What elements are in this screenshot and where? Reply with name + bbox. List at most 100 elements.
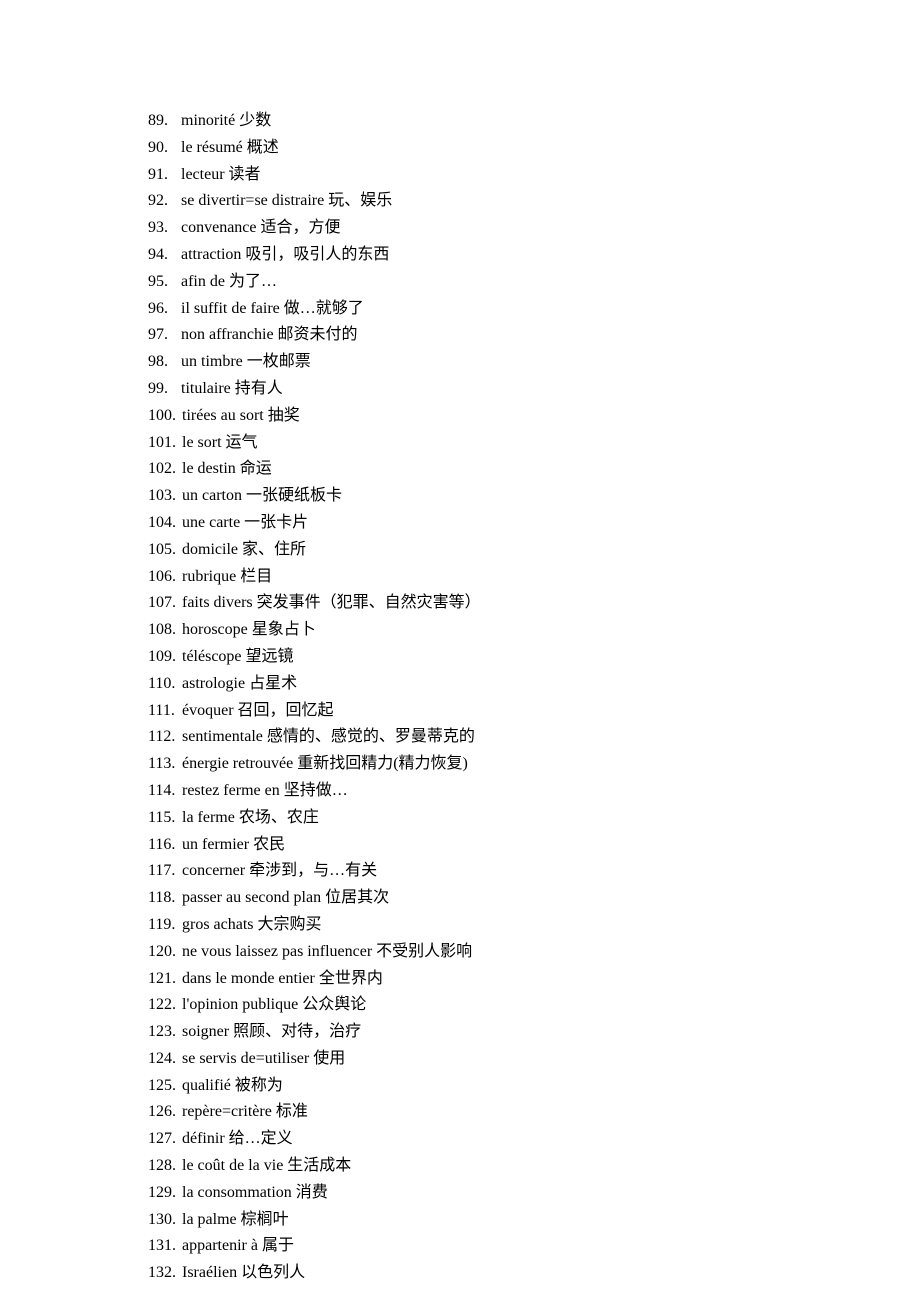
- entry-number: 96.: [148, 296, 181, 323]
- vocabulary-entry: 107. faits divers 突发事件（犯罪、自然灾害等）: [148, 590, 840, 617]
- entry-number: 112.: [148, 724, 178, 751]
- entry-number: 119.: [148, 912, 178, 939]
- entry-text: définir 给…定义: [182, 1130, 293, 1147]
- entry-number: 103.: [148, 483, 178, 510]
- entry-text: afin de 为了…: [181, 273, 277, 290]
- entry-text: attraction 吸引，吸引人的东西: [181, 246, 389, 263]
- entry-number: 128.: [148, 1153, 178, 1180]
- entry-text: téléscope 望远镜: [182, 648, 294, 665]
- entry-text: convenance 适合，方便: [181, 219, 341, 236]
- entry-text: soigner 照顾、对待，治疗: [182, 1023, 361, 1040]
- entry-number: 122.: [148, 992, 178, 1019]
- vocabulary-entry: 106. rubrique 栏目: [148, 564, 840, 591]
- entry-number: 129.: [148, 1180, 178, 1207]
- vocabulary-entry: 121. dans le monde entier 全世界内: [148, 966, 840, 993]
- entry-number: 115.: [148, 805, 178, 832]
- entry-number: 108.: [148, 617, 178, 644]
- entry-text: une carte 一张卡片: [182, 514, 308, 531]
- entry-text: dans le monde entier 全世界内: [182, 970, 383, 987]
- entry-number: 124.: [148, 1046, 178, 1073]
- vocabulary-entry: 122. l'opinion publique 公众舆论: [148, 992, 840, 1019]
- entry-text: énergie retrouvée 重新找回精力(精力恢复): [182, 755, 468, 772]
- vocabulary-entry: 98.un timbre 一枚邮票: [148, 349, 840, 376]
- entry-number: 98.: [148, 349, 181, 376]
- vocabulary-entry: 100. tirées au sort 抽奖: [148, 403, 840, 430]
- vocabulary-entry: 131. appartenir à 属于: [148, 1233, 840, 1260]
- entry-text: faits divers 突发事件（犯罪、自然灾害等）: [182, 594, 481, 611]
- entry-text: la ferme 农场、农庄: [182, 809, 319, 826]
- vocabulary-entry: 129. la consommation 消费: [148, 1180, 840, 1207]
- vocabulary-entry: 127. définir 给…定义: [148, 1126, 840, 1153]
- entry-number: 123.: [148, 1019, 178, 1046]
- entry-text: repère=critère 标准: [182, 1103, 308, 1120]
- entry-number: 93.: [148, 215, 181, 242]
- vocabulary-entry: 97.non affranchie 邮资未付的: [148, 322, 840, 349]
- vocabulary-entry: 120. ne vous laissez pas influencer 不受别人…: [148, 939, 840, 966]
- entry-text: le destin 命运: [182, 460, 272, 477]
- entry-number: 118.: [148, 885, 178, 912]
- entry-text: tirées au sort 抽奖: [182, 407, 300, 424]
- entry-number: 114.: [148, 778, 178, 805]
- vocabulary-list: 89.minorité 少数90.le résumé 概述91.lecteur …: [148, 108, 840, 1287]
- vocabulary-entry: 115. la ferme 农场、农庄: [148, 805, 840, 832]
- entry-number: 113.: [148, 751, 178, 778]
- entry-text: restez ferme en 坚持做…: [182, 782, 348, 799]
- entry-number: 109.: [148, 644, 178, 671]
- entry-number: 127.: [148, 1126, 178, 1153]
- vocabulary-entry: 102. le destin 命运: [148, 456, 840, 483]
- entry-text: se servis de=utiliser 使用: [182, 1050, 345, 1067]
- vocabulary-entry: 118. passer au second plan 位居其次: [148, 885, 840, 912]
- vocabulary-entry: 132. Israélien 以色列人: [148, 1260, 840, 1287]
- entry-number: 105.: [148, 537, 178, 564]
- entry-number: 104.: [148, 510, 178, 537]
- vocabulary-entry: 110. astrologie 占星术: [148, 671, 840, 698]
- entry-number: 94.: [148, 242, 181, 269]
- entry-text: titulaire 持有人: [181, 380, 283, 397]
- entry-text: appartenir à 属于: [182, 1237, 294, 1254]
- entry-text: passer au second plan 位居其次: [182, 889, 389, 906]
- entry-number: 92.: [148, 188, 181, 215]
- vocabulary-entry: 93.convenance 适合，方便: [148, 215, 840, 242]
- vocabulary-entry: 109. téléscope 望远镜: [148, 644, 840, 671]
- entry-text: ne vous laissez pas influencer 不受别人影响: [182, 943, 472, 960]
- entry-text: l'opinion publique 公众舆论: [182, 996, 366, 1013]
- entry-number: 126.: [148, 1099, 178, 1126]
- entry-number: 89.: [148, 108, 181, 135]
- entry-text: gros achats 大宗购买: [182, 916, 322, 933]
- vocabulary-entry: 111. évoquer 召回，回忆起: [148, 698, 840, 725]
- vocabulary-entry: 105. domicile 家、住所: [148, 537, 840, 564]
- vocabulary-entry: 123. soigner 照顾、对待，治疗: [148, 1019, 840, 1046]
- vocabulary-entry: 124. se servis de=utiliser 使用: [148, 1046, 840, 1073]
- entry-text: horoscope 星象占卜: [182, 621, 316, 638]
- entry-number: 131.: [148, 1233, 178, 1260]
- entry-text: un timbre 一枚邮票: [181, 353, 311, 370]
- entry-text: minorité 少数: [181, 112, 271, 129]
- entry-text: concerner 牵涉到，与…有关: [182, 862, 377, 879]
- vocabulary-entry: 117. concerner 牵涉到，与…有关: [148, 858, 840, 885]
- entry-text: se divertir=se distraire 玩、娱乐: [181, 192, 392, 209]
- entry-number: 102.: [148, 456, 178, 483]
- vocabulary-entry: 108. horoscope 星象占卜: [148, 617, 840, 644]
- entry-text: astrologie 占星术: [182, 675, 297, 692]
- entry-text: qualifié 被称为: [182, 1077, 283, 1094]
- vocabulary-entry: 91.lecteur 读者: [148, 162, 840, 189]
- entry-text: un carton 一张硬纸板卡: [182, 487, 342, 504]
- vocabulary-entry: 99.titulaire 持有人: [148, 376, 840, 403]
- entry-text: le résumé 概述: [181, 139, 279, 156]
- entry-number: 125.: [148, 1073, 178, 1100]
- entry-number: 91.: [148, 162, 181, 189]
- entry-number: 116.: [148, 832, 178, 859]
- entry-text: sentimentale 感情的、感觉的、罗曼蒂克的: [182, 728, 475, 745]
- vocabulary-entry: 95.afin de 为了…: [148, 269, 840, 296]
- vocabulary-entry: 101. le sort 运气: [148, 430, 840, 457]
- vocabulary-entry: 89.minorité 少数: [148, 108, 840, 135]
- entry-number: 101.: [148, 430, 178, 457]
- vocabulary-entry: 103. un carton 一张硬纸板卡: [148, 483, 840, 510]
- entry-number: 130.: [148, 1207, 178, 1234]
- vocabulary-entry: 112. sentimentale 感情的、感觉的、罗曼蒂克的: [148, 724, 840, 751]
- vocabulary-entry: 96.il suffit de faire 做…就够了: [148, 296, 840, 323]
- vocabulary-entry: 125. qualifié 被称为: [148, 1073, 840, 1100]
- vocabulary-entry: 130. la palme 棕榈叶: [148, 1207, 840, 1234]
- vocabulary-entry: 114. restez ferme en 坚持做…: [148, 778, 840, 805]
- vocabulary-list-page: 89.minorité 少数90.le résumé 概述91.lecteur …: [0, 0, 920, 1287]
